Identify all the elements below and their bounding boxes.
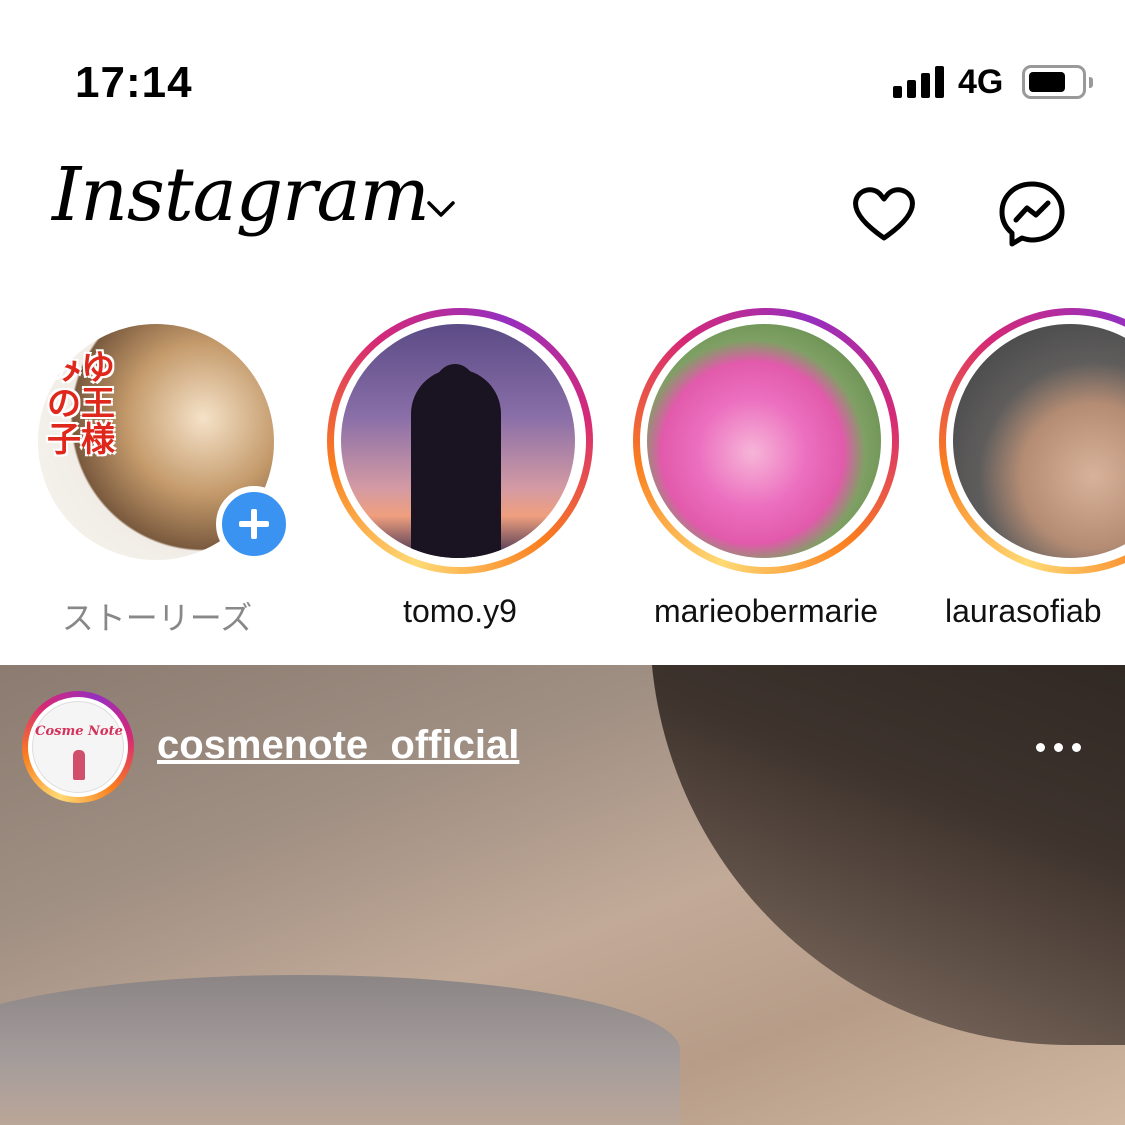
status-bar: 17:14 4G xyxy=(0,0,1125,140)
status-time: 17:14 xyxy=(75,58,193,107)
post-username[interactable]: cosmenote_official xyxy=(157,723,519,768)
battery-icon xyxy=(1022,65,1093,99)
story-username: ストーリーズ xyxy=(61,600,253,636)
story-your-story[interactable]: みゆの王子様 ストーリーズ xyxy=(22,308,292,638)
instagram-logo[interactable]: Instagram xyxy=(52,152,430,238)
post-owner-avatar[interactable]: Cosme Note xyxy=(22,691,134,803)
more-options-button[interactable] xyxy=(1030,725,1086,765)
messenger-button[interactable] xyxy=(996,178,1068,250)
stories-tray: みゆの王子様 ストーリーズ tomo.y9 marieobermarie lau… xyxy=(0,300,1125,645)
story-avatar xyxy=(341,324,575,558)
story-tomo-y9[interactable]: tomo.y9 xyxy=(325,308,595,638)
post-image-hair xyxy=(650,665,1125,1045)
story-username: marieobermarie xyxy=(653,593,879,629)
signal-icon xyxy=(893,66,945,98)
avatar-text: みゆの王子様 xyxy=(47,349,115,459)
battery-level xyxy=(1029,72,1065,92)
network-type: 4G xyxy=(958,63,1004,101)
add-story-icon[interactable] xyxy=(216,486,292,562)
cosme-note-logo: Cosme Note xyxy=(32,701,124,793)
story-username: tomo.y9 xyxy=(403,593,517,629)
story-laurasofiab[interactable]: laurasofiab xyxy=(937,308,1125,638)
logo-text: Cosme Note xyxy=(35,724,123,739)
story-avatar xyxy=(647,324,881,558)
story-username: laurasofiab xyxy=(945,593,1102,629)
lipstick-icon xyxy=(73,750,85,780)
story-marieobermarie[interactable]: marieobermarie xyxy=(631,308,901,638)
more-options-icon xyxy=(1036,743,1045,752)
feed-post[interactable]: Cosme Note cosmenote_official xyxy=(0,665,1125,1125)
activity-button[interactable] xyxy=(848,178,920,250)
chevron-down-icon[interactable] xyxy=(425,198,457,220)
heart-icon xyxy=(853,187,915,241)
messenger-icon xyxy=(999,181,1065,247)
app-header: Instagram xyxy=(0,150,1125,280)
post-image-brow xyxy=(0,975,680,1125)
